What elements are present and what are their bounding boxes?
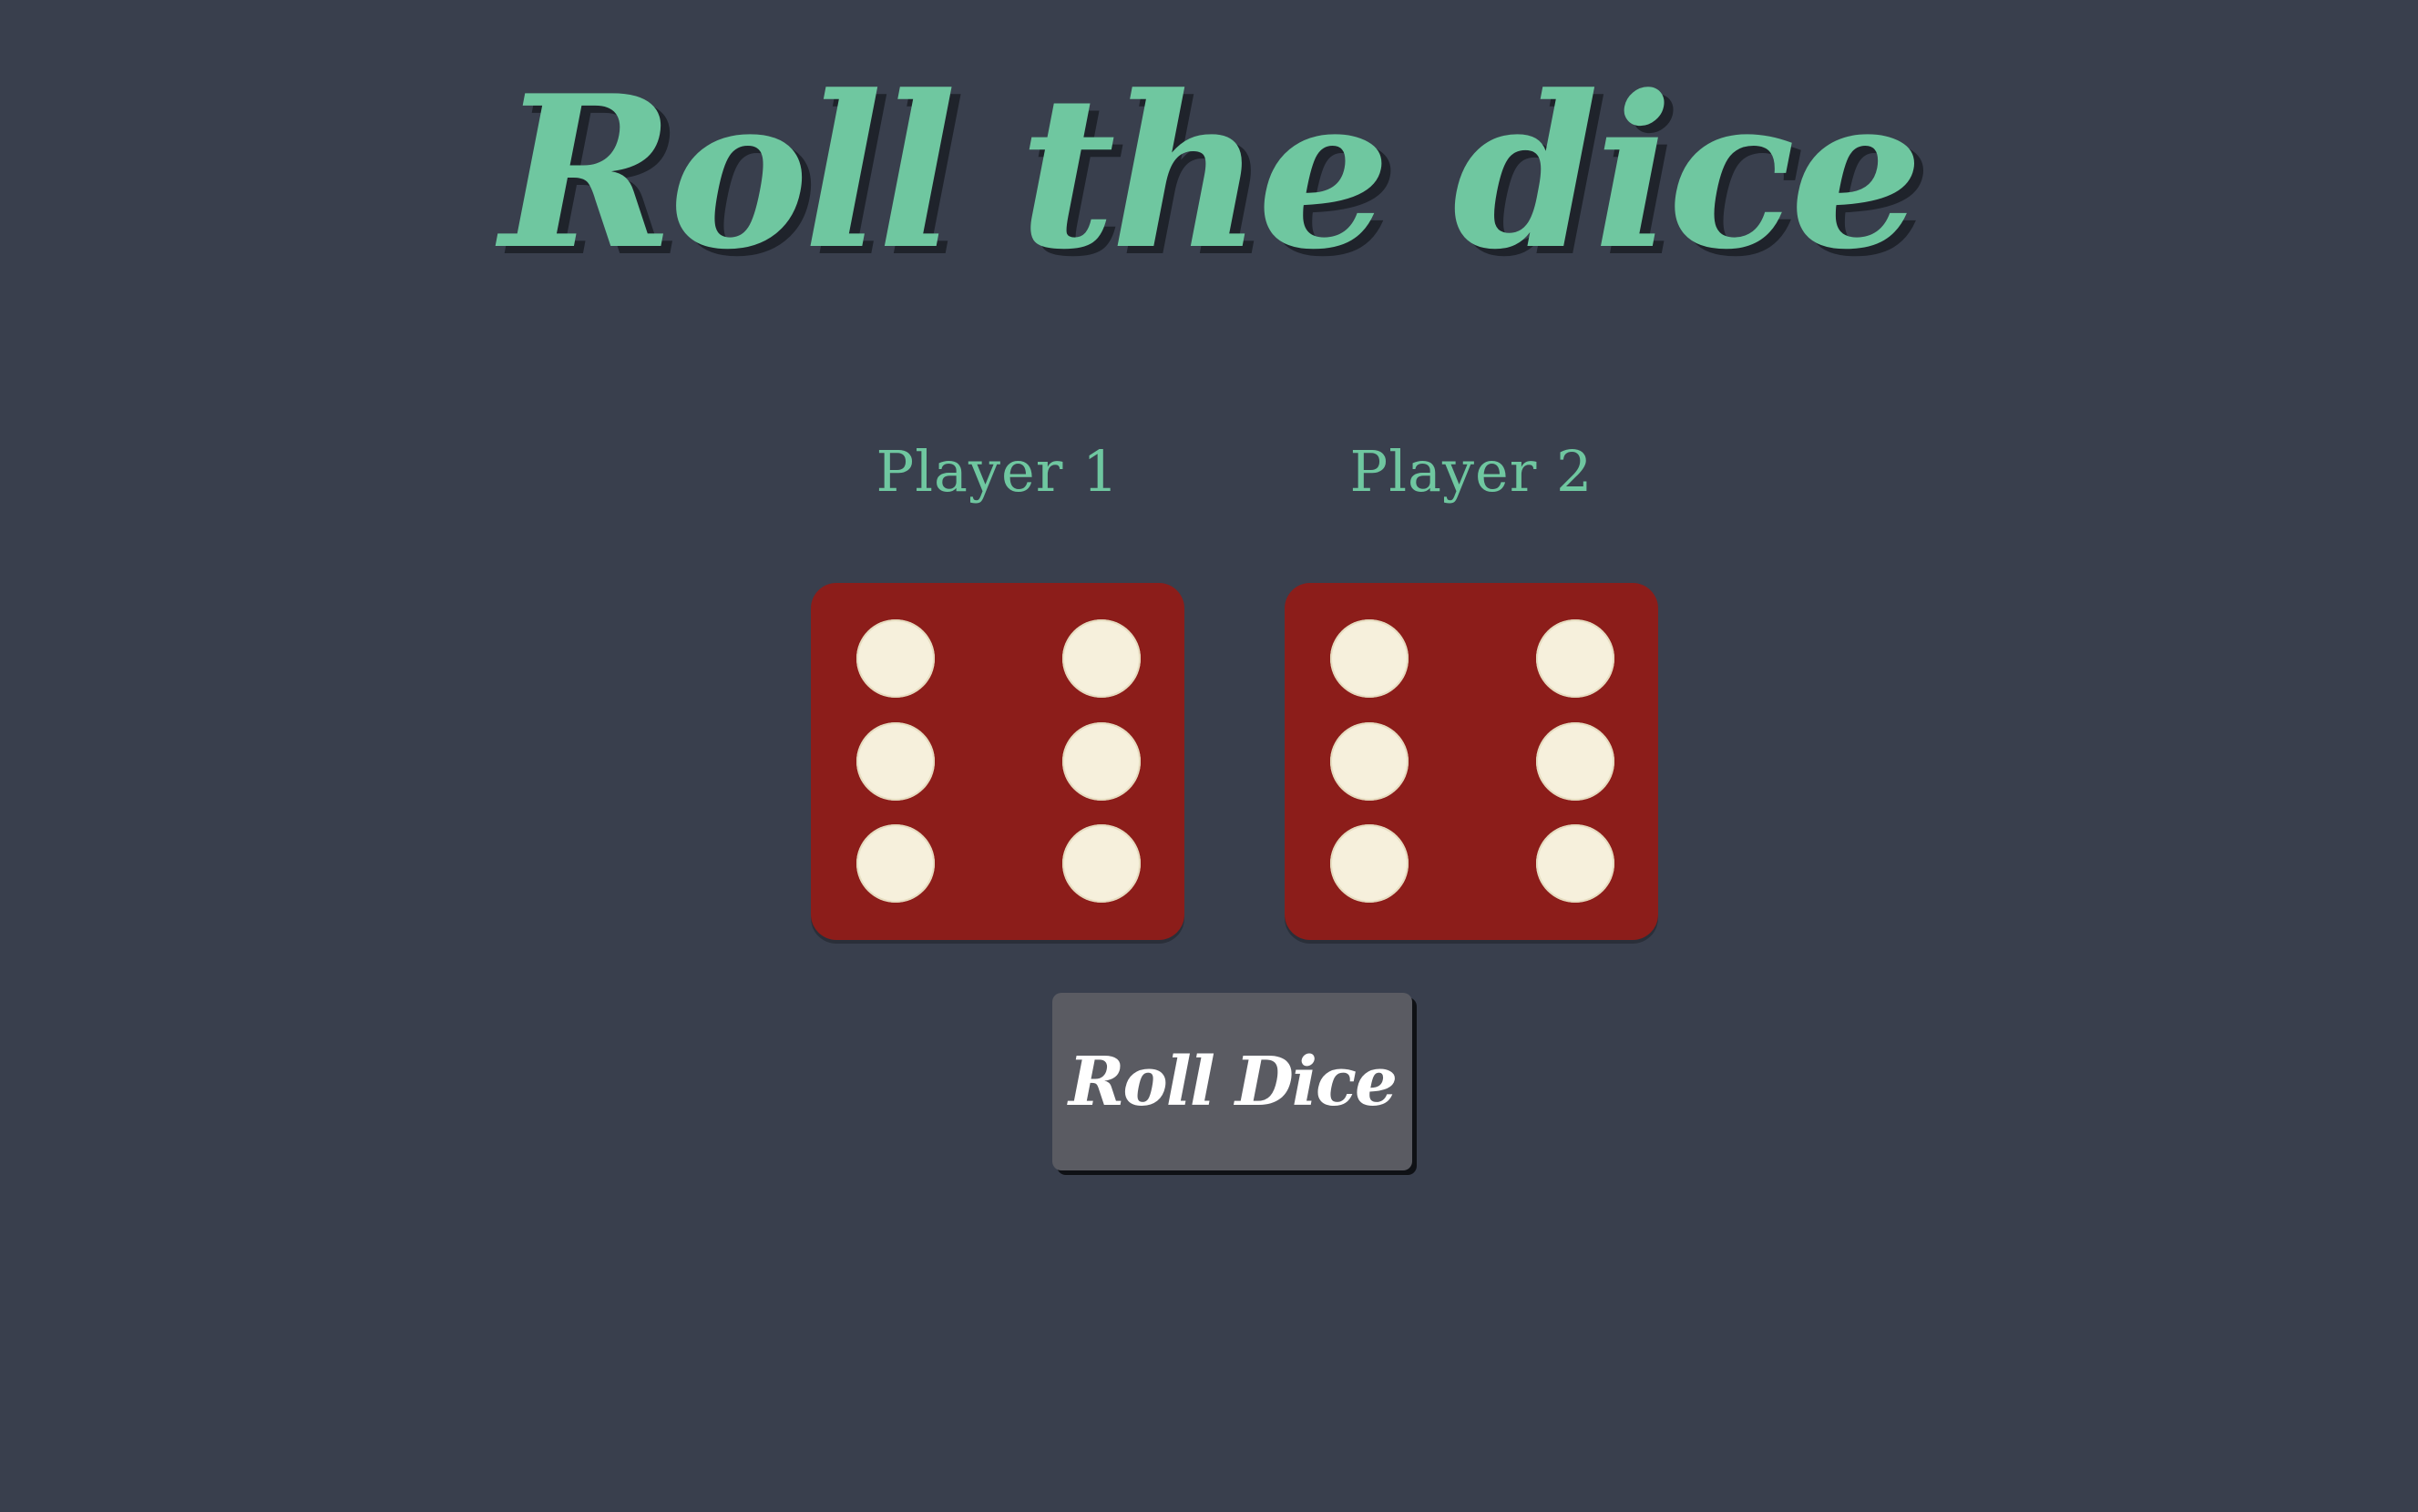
- page-title: Roll the dice: [500, 50, 1923, 296]
- pip: [1330, 722, 1409, 801]
- pip: [1536, 722, 1614, 801]
- pip: [856, 824, 935, 903]
- pip: [1062, 722, 1141, 801]
- player-1-label: Player 1: [876, 438, 1120, 505]
- pip: [1536, 619, 1614, 698]
- pip: [1536, 824, 1614, 903]
- pip: [856, 722, 935, 801]
- pip: [1062, 824, 1141, 903]
- player-2-label: Player 2: [1349, 438, 1593, 505]
- pip: [1330, 619, 1409, 698]
- pip: [1062, 619, 1141, 698]
- pip: [1330, 824, 1409, 903]
- player-1-die-icon: [811, 583, 1184, 940]
- roll-dice-button[interactable]: Roll Dice: [1052, 993, 1412, 1170]
- pip: [856, 619, 935, 698]
- player-2-die-icon: [1285, 583, 1658, 940]
